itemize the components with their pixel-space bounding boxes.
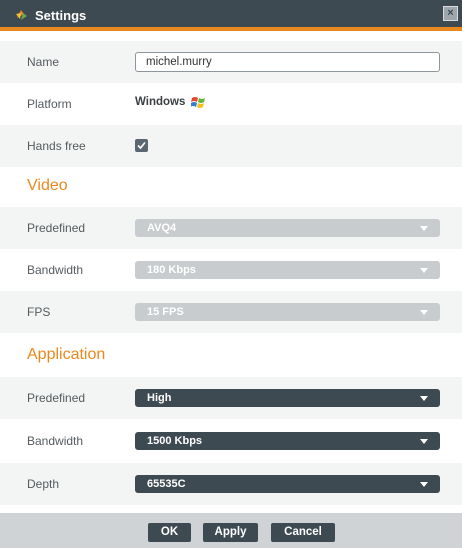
app-depth-label: Depth	[27, 477, 60, 491]
name-label: Name	[27, 55, 60, 69]
hands-free-row: Hands free	[0, 125, 462, 167]
video-predefined-row: Predefined AVQ4	[0, 207, 462, 249]
hands-free-label: Hands free	[27, 139, 86, 153]
ok-button[interactable]: OK	[148, 523, 191, 542]
platform-label: Platform	[27, 97, 72, 111]
video-fps-value: 15 FPS	[147, 306, 184, 318]
video-fps-select[interactable]: 15 FPS	[135, 303, 440, 321]
platform-row: Platform Windows	[0, 83, 462, 125]
close-icon: ×	[447, 7, 454, 19]
app-predefined-select[interactable]: High	[135, 389, 440, 407]
chevron-down-icon	[420, 310, 428, 315]
name-input[interactable]	[135, 52, 440, 72]
app-bandwidth-select[interactable]: 1500 Kbps	[135, 432, 440, 450]
chevron-down-icon	[420, 396, 428, 401]
hands-free-checkbox[interactable]	[135, 139, 148, 152]
video-fps-label: FPS	[27, 305, 51, 319]
app-bandwidth-value: 1500 Kbps	[147, 435, 203, 447]
video-predefined-label: Predefined	[27, 221, 86, 235]
app-logo-icon	[16, 10, 27, 20]
video-predefined-select[interactable]: AVQ4	[135, 219, 440, 237]
cancel-button[interactable]: Cancel	[271, 523, 335, 542]
platform-value: Windows	[135, 96, 186, 108]
chevron-down-icon	[420, 268, 428, 273]
video-fps-row: FPS 15 FPS	[0, 291, 462, 333]
app-predefined-label: Predefined	[27, 391, 86, 405]
app-bandwidth-label: Bandwidth	[27, 434, 84, 448]
video-bandwidth-select[interactable]: 180 Kbps	[135, 261, 440, 279]
close-button[interactable]: ×	[443, 6, 458, 21]
name-row: Name	[0, 41, 462, 83]
video-bandwidth-row: Bandwidth 180 Kbps	[0, 249, 462, 291]
chevron-down-icon	[420, 482, 428, 487]
app-predefined-value: High	[147, 392, 172, 404]
platform-value-container: Windows	[135, 92, 207, 112]
dialog-footer: OK Apply Cancel	[0, 513, 462, 548]
video-section-title: Video	[27, 177, 68, 194]
title-bar: Settings ×	[0, 0, 462, 31]
application-section-title: Application	[27, 346, 106, 363]
settings-dialog: Settings × Name Platform Windows Hands f…	[0, 0, 462, 548]
app-depth-row: Depth 65535C	[0, 463, 462, 505]
chevron-down-icon	[420, 226, 428, 231]
checkmark-icon	[137, 141, 146, 150]
video-bandwidth-label: Bandwidth	[27, 263, 84, 277]
video-bandwidth-value: 180 Kbps	[147, 264, 196, 276]
windows-logo-icon	[191, 97, 206, 108]
app-predefined-row: Predefined High	[0, 377, 462, 419]
app-bandwidth-row: Bandwidth 1500 Kbps	[0, 420, 462, 462]
chevron-down-icon	[420, 439, 428, 444]
app-depth-value: 65535C	[147, 478, 186, 490]
app-depth-select[interactable]: 65535C	[135, 475, 440, 493]
window-title: Settings	[35, 8, 87, 23]
video-predefined-value: AVQ4	[147, 222, 177, 234]
apply-button[interactable]: Apply	[203, 523, 258, 542]
